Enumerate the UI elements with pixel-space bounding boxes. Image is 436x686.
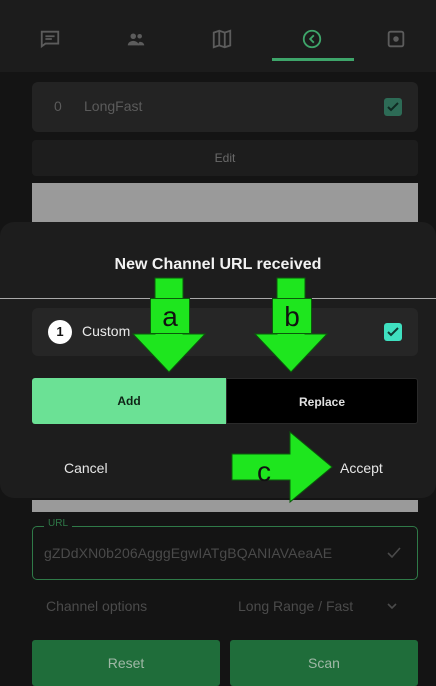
annotation-label-c: c	[257, 456, 271, 487]
annotation-label-b: b	[272, 298, 312, 334]
annotation-label-a: a	[150, 298, 190, 334]
annotation-arrows	[131, 277, 333, 504]
